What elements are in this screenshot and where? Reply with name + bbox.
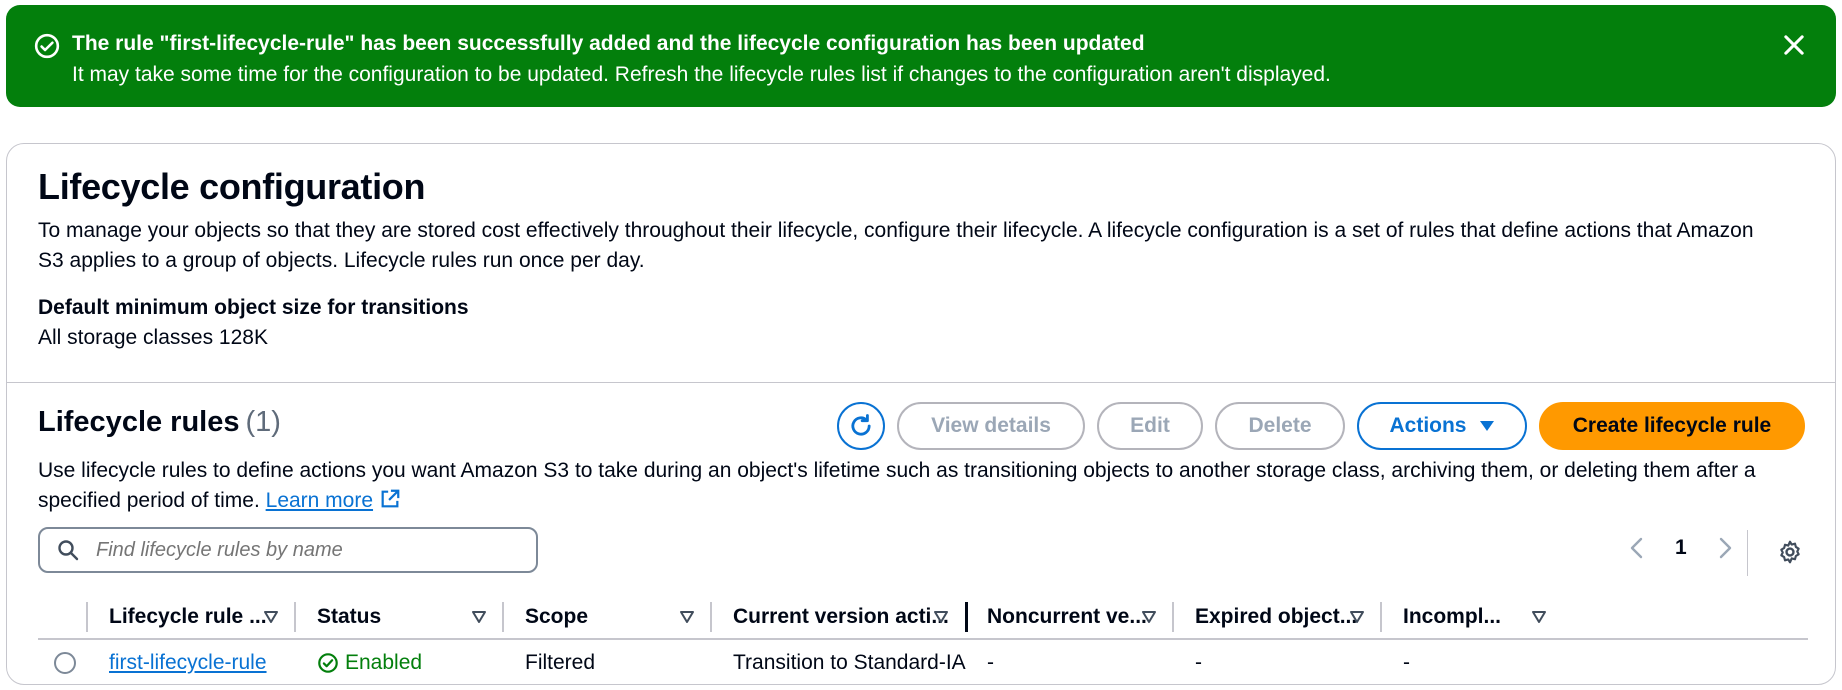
column-separator <box>502 602 504 632</box>
rules-title: Lifecycle rules <box>38 406 240 438</box>
min-size-value: All storage classes 128K <box>38 326 268 349</box>
view-details-button[interactable]: View details <box>897 402 1085 450</box>
success-check-icon <box>34 33 60 59</box>
column-separator <box>294 602 296 632</box>
sort-icon <box>472 611 486 623</box>
rules-heading: Lifecycle rules (1) <box>38 406 281 439</box>
search-field[interactable] <box>38 527 538 573</box>
search-icon <box>58 540 79 561</box>
status-cell: Enabled <box>317 640 422 684</box>
column-separator <box>1380 602 1382 632</box>
column-header-status[interactable]: Status <box>317 594 503 640</box>
close-icon[interactable] <box>1780 31 1808 59</box>
scope-cell: Filtered <box>525 651 596 674</box>
column-separator <box>1172 602 1174 632</box>
status-text: Enabled <box>345 651 423 674</box>
table-row: first-lifecycle-rule Enabled Filtered Tr… <box>38 640 1808 684</box>
column-header-scope[interactable]: Scope <box>525 594 711 640</box>
sort-icon <box>264 611 278 623</box>
flash-title: The rule "first-lifecycle-rule" has been… <box>72 32 1145 55</box>
column-separator <box>710 602 712 632</box>
create-lifecycle-rule-button[interactable]: Create lifecycle rule <box>1539 402 1805 450</box>
actions-label: Actions <box>1389 414 1467 437</box>
pagination: 1 <box>1627 536 1735 560</box>
column-resize-handle[interactable] <box>965 602 968 632</box>
learn-more-link[interactable]: Learn more <box>266 489 373 512</box>
column-header-name[interactable]: Lifecycle rule ... <box>109 594 295 640</box>
rules-description: Use lifecycle rules to define actions yo… <box>38 456 1818 516</box>
sort-icon <box>1350 611 1364 623</box>
refresh-button[interactable] <box>837 402 885 450</box>
lifecycle-container: Lifecycle configuration To manage your o… <box>6 143 1836 685</box>
min-size-label: Default minimum object size for transiti… <box>38 296 469 319</box>
current-action-cell: Transition to Standard-IA <box>733 651 966 674</box>
caret-down-icon <box>1479 421 1494 431</box>
column-header-expired[interactable]: Expired object... <box>1195 594 1381 640</box>
table-header: Lifecycle rule ... Status Scope Current … <box>38 594 1808 640</box>
status-badge: Enabled <box>317 651 422 675</box>
sort-icon <box>934 611 948 623</box>
column-header-current-version[interactable]: Current version acti... <box>733 594 965 640</box>
column-header-noncurrent[interactable]: Noncurrent ve... <box>987 594 1173 640</box>
refresh-icon <box>851 414 871 436</box>
gear-icon[interactable] <box>1777 539 1803 565</box>
sort-icon <box>1142 611 1156 623</box>
rule-name-cell: first-lifecycle-rule <box>109 640 267 684</box>
chevron-right-icon[interactable] <box>1715 536 1735 560</box>
noncurrent-cell: - <box>987 651 994 674</box>
search-input[interactable] <box>94 537 494 563</box>
success-flashbar: The rule "first-lifecycle-rule" has been… <box>6 5 1836 107</box>
flash-message: It may take some time for the configurat… <box>72 63 1331 86</box>
delete-button[interactable]: Delete <box>1215 402 1345 450</box>
edit-button[interactable]: Edit <box>1097 402 1203 450</box>
chevron-left-icon[interactable] <box>1627 536 1647 560</box>
sort-icon <box>1532 611 1546 623</box>
page-title: Lifecycle configuration <box>38 166 426 207</box>
section-divider <box>7 382 1835 383</box>
pager-divider <box>1747 530 1748 576</box>
expired-cell: - <box>1195 651 1202 674</box>
external-link-icon[interactable] <box>379 488 401 510</box>
actions-button[interactable]: Actions <box>1357 402 1527 450</box>
incomplete-cell: - <box>1403 651 1410 674</box>
rules-count: (1) <box>245 406 281 438</box>
sort-icon <box>680 611 694 623</box>
rule-name-link[interactable]: first-lifecycle-rule <box>109 651 267 675</box>
column-header-incomplete[interactable]: Incompl... <box>1403 594 1563 640</box>
row-select-radio[interactable] <box>54 652 76 674</box>
column-separator <box>86 602 88 632</box>
page-number[interactable]: 1 <box>1675 536 1687 560</box>
status-success-icon <box>318 653 338 673</box>
page-description: To manage your objects so that they are … <box>38 219 1754 272</box>
